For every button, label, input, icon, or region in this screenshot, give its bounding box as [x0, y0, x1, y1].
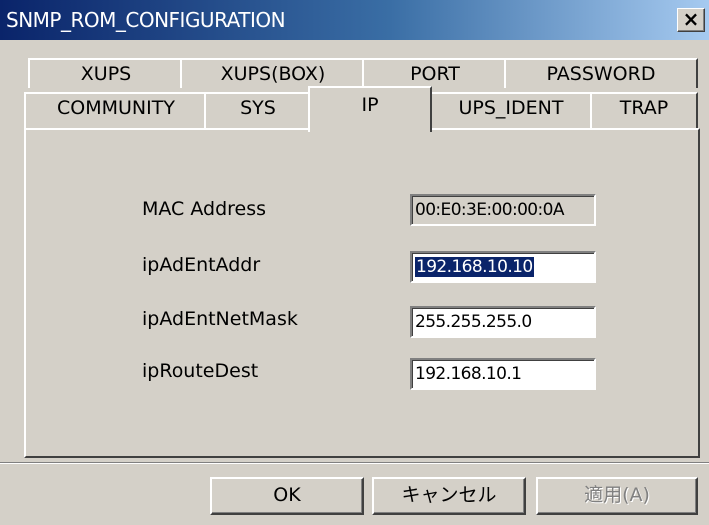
tab-label: UPS_IDENT [458, 97, 564, 119]
separator [0, 462, 709, 464]
tab-label: TRAP [619, 97, 669, 119]
route-dest-label: ipRouteDest [142, 360, 259, 382]
tab-label: PASSWORD [546, 63, 656, 85]
apply-label: 適用(A) [584, 484, 650, 506]
ok-button[interactable]: OK [210, 477, 364, 515]
tab-port[interactable]: PORT [362, 58, 508, 88]
apply-button[interactable]: 適用(A) [536, 477, 698, 515]
mac-address-label: MAC Address [142, 198, 267, 220]
netmask-input[interactable]: 255.255.255.0 [410, 306, 596, 338]
tab-label: XUPS(BOX) [220, 63, 326, 85]
window-title: SNMP_ROM_CONFIGURATION [6, 8, 286, 32]
mac-address-value: 00:E0:3E:00:00:0A [415, 200, 565, 220]
cancel-label: キャンセル [401, 484, 497, 506]
ip-settings-panel: MAC Address 00:E0:3E:00:00:0A ipAdEntAdd… [24, 128, 700, 458]
route-dest-value: 192.168.10.1 [415, 364, 522, 384]
tab-xups-box[interactable]: XUPS(BOX) [180, 58, 366, 88]
tab-label: PORT [410, 63, 460, 85]
tab-ip[interactable]: IP [308, 86, 432, 132]
cancel-button[interactable]: キャンセル [372, 477, 526, 515]
ip-address-input[interactable]: 192.168.10.10 [410, 251, 596, 283]
close-button[interactable]: × [677, 8, 705, 32]
ip-address-label: ipAdEntAddr [142, 254, 261, 276]
tab-community[interactable]: COMMUNITY [24, 92, 208, 130]
tab-trap[interactable]: TRAP [590, 92, 698, 130]
tab-password[interactable]: PASSWORD [504, 58, 698, 88]
tab-sys[interactable]: SYS [204, 92, 312, 130]
route-dest-input[interactable]: 192.168.10.1 [410, 358, 596, 390]
ok-label: OK [273, 484, 301, 506]
tab-ups-ident[interactable]: UPS_IDENT [428, 92, 594, 130]
tab-label: XUPS [80, 63, 132, 85]
mac-address-field: 00:E0:3E:00:00:0A [410, 194, 596, 226]
title-bar[interactable]: SNMP_ROM_CONFIGURATION × [0, 0, 709, 40]
tab-label: SYS [240, 97, 276, 119]
tab-xups[interactable]: XUPS [28, 58, 184, 88]
netmask-value: 255.255.255.0 [415, 312, 532, 332]
tab-label: IP [361, 94, 379, 116]
close-icon: × [682, 7, 700, 31]
tab-label: COMMUNITY [57, 97, 175, 119]
netmask-label: ipAdEntNetMask [142, 308, 298, 330]
ip-address-value: 192.168.10.10 [415, 257, 534, 277]
